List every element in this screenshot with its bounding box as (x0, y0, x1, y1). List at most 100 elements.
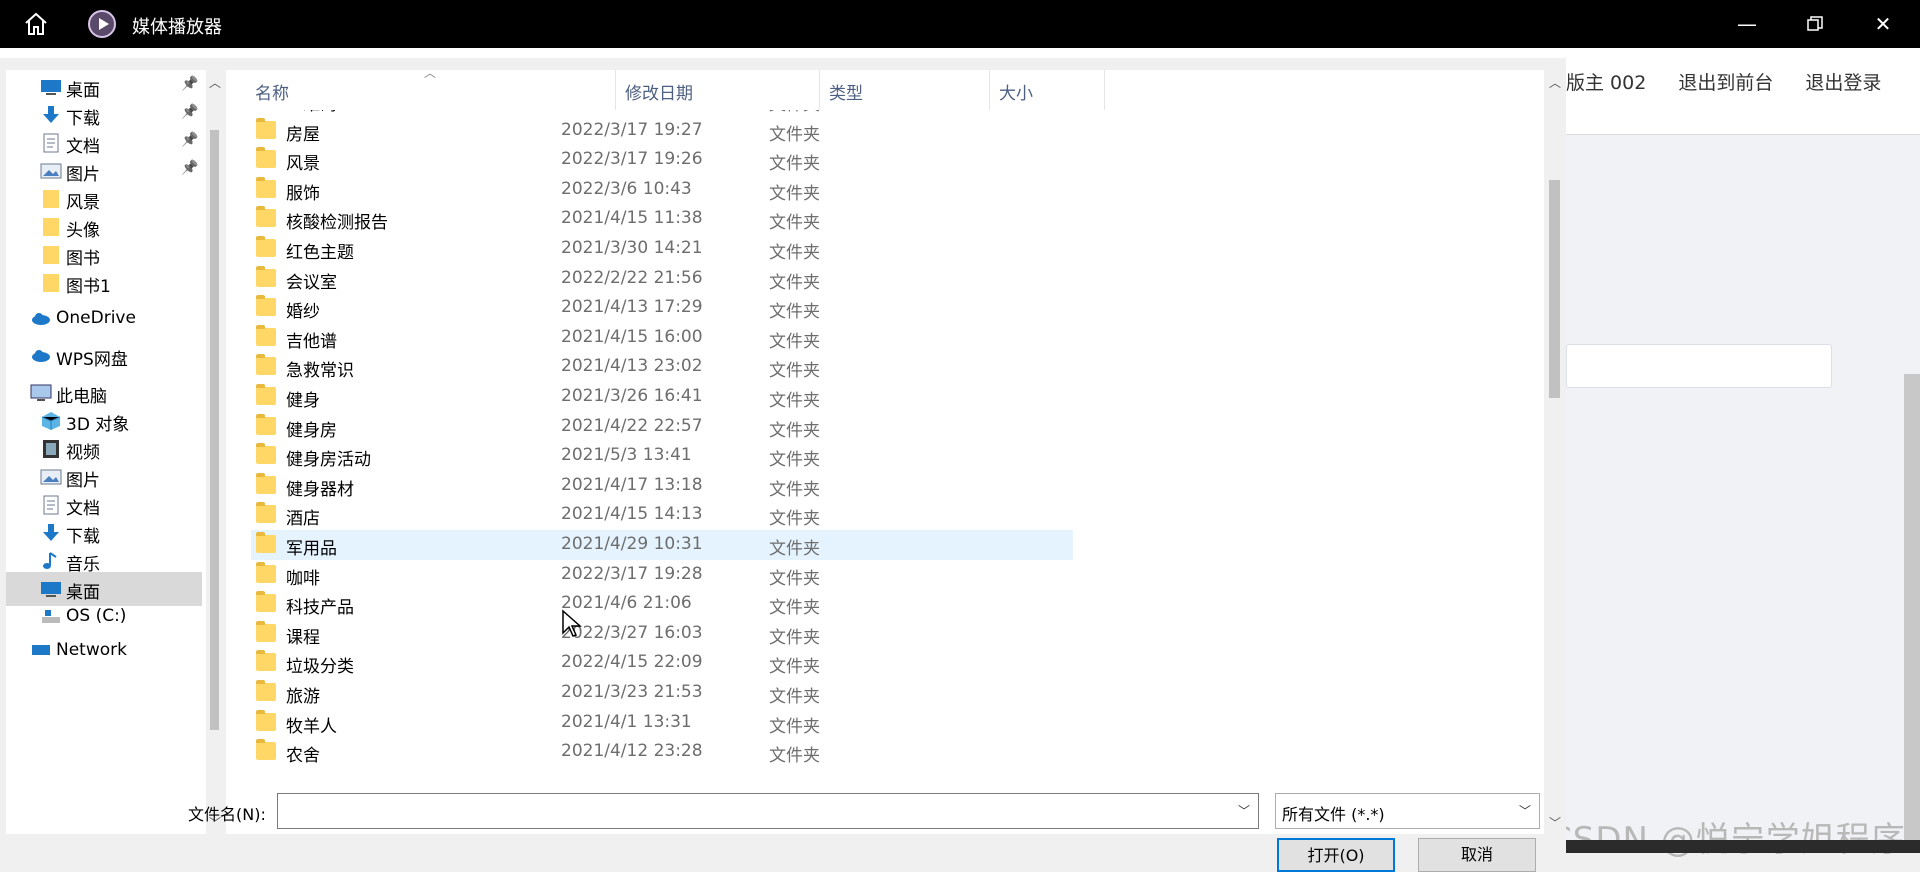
file-date: 2022/3/17 19:27 (561, 119, 703, 140)
nav-list: 桌面 📌 下载 📌 文档 📌 图片 📌 风景 头像 图书 图书1 OneDrive WPS网盘 此电脑 3D … (6, 70, 202, 834)
nav-item-9[interactable]: WPS网盘 (6, 339, 202, 373)
file-row[interactable]: 垃圾分类 2022/4/15 22:09 文件夹 (251, 648, 1073, 678)
file-name: 风景 (286, 154, 320, 175)
file-type: 文件夹 (769, 687, 820, 707)
chevron-down-icon[interactable]: ﹀ (1238, 802, 1250, 819)
file-date: 2021/4/1 13:31 (561, 711, 692, 732)
file-row[interactable]: 军用品 2021/4/29 10:31 文件夹 (251, 530, 1073, 560)
close-icon[interactable]: ✕ (1869, 10, 1897, 38)
pin-icon: 📌 (181, 76, 199, 92)
background-input[interactable] (1566, 344, 1832, 388)
file-row[interactable]: 红色主题 2021/3/30 14:21 文件夹 (251, 234, 1073, 264)
chevron-down-icon[interactable]: ﹀ (1519, 802, 1531, 819)
network-icon (30, 641, 50, 661)
computer-icon (30, 383, 52, 403)
file-row[interactable]: 课程 2022/3/27 16:03 文件夹 (251, 619, 1073, 649)
file-name: 婚纱 (286, 302, 320, 323)
column-divider[interactable] (1104, 70, 1105, 110)
drive-icon (40, 607, 60, 627)
scroll-thumb[interactable] (210, 130, 219, 730)
file-row[interactable]: 急救常识 2021/4/13 23:02 文件夹 (251, 352, 1073, 382)
file-row[interactable]: 牧羊人 2021/4/1 13:31 文件夹 (251, 708, 1073, 738)
column-header-name[interactable]: 名称 ︿ (226, 66, 616, 110)
file-name: 服饰 (286, 183, 320, 204)
file-row[interactable]: 会议室 2022/2/22 21:56 文件夹 (251, 264, 1073, 294)
column-header-type[interactable]: 类型 (820, 70, 990, 110)
nav-item-label: Network (56, 640, 127, 660)
file-date: 2022/4/15 22:09 (561, 652, 703, 673)
scroll-down-icon[interactable]: ﹀ (1549, 814, 1561, 831)
nav-scrollbar[interactable]: ︿ ﹀ (206, 70, 223, 834)
file-name: 核酸检测报告 (286, 213, 388, 234)
file-row[interactable]: 健身房 2021/4/22 22:57 文件夹 (251, 412, 1073, 442)
file-name: 急救常识 (286, 361, 354, 382)
folder-icon (256, 739, 276, 761)
file-row[interactable]: 农舍 2021/4/12 23:28 文件夹 (251, 737, 1073, 767)
title-bar: 媒体播放器 — ✕ (0, 0, 1920, 48)
nav-item-18[interactable]: OS (C:) (6, 600, 202, 634)
column-header-date[interactable]: 修改日期 (616, 70, 820, 110)
file-type: 文件夹 (769, 110, 820, 115)
folder-icon (256, 265, 276, 287)
file-row[interactable]: 健身 2021/3/26 16:41 文件夹 (251, 382, 1073, 412)
nav-item-19[interactable]: Network (6, 634, 202, 668)
file-row[interactable]: 健身器材 2021/4/17 13:18 文件夹 (251, 471, 1073, 501)
file-type: 文件夹 (769, 272, 820, 293)
file-type: 文件夹 (769, 213, 820, 234)
cancel-button[interactable]: 取消 (1418, 838, 1536, 872)
file-row[interactable]: 房屋 2022/3/17 19:27 文件夹 (251, 116, 1073, 146)
nav-item-label: OneDrive (56, 308, 136, 328)
file-row[interactable]: 吉他谱 2021/4/15 16:00 文件夹 (251, 323, 1073, 353)
file-row[interactable]: 婚纱 2021/4/13 17:29 文件夹 (251, 293, 1073, 323)
file-row[interactable]: 风景 2022/3/17 19:26 文件夹 (251, 145, 1073, 175)
file-type: 文件夹 (769, 243, 820, 263)
file-date: 2021/4/17 13:18 (561, 474, 703, 495)
home-icon[interactable] (22, 10, 50, 38)
maximize-icon[interactable] (1801, 10, 1829, 38)
content-area (1566, 135, 1920, 853)
column-header-size[interactable]: 大小 (990, 70, 1105, 110)
logout-link[interactable]: 退出登录 (1805, 72, 1881, 94)
scroll-up-icon[interactable]: ︿ (209, 74, 221, 91)
user-label[interactable]: 版主 002 (1566, 72, 1646, 94)
media-player-icon (88, 10, 116, 38)
desktop-icon (40, 579, 61, 599)
minimize-icon[interactable]: — (1733, 10, 1761, 38)
scroll-thumb[interactable] (1549, 180, 1560, 398)
download-icon (40, 523, 60, 543)
filename-input[interactable]: ﹀ (277, 793, 1259, 829)
file-name: 健身房 (286, 420, 337, 441)
file-date: 2021/4/15 16:00 (561, 326, 703, 347)
file-row[interactable]: 科技产品 2021/4/6 21:06 文件夹 (251, 589, 1073, 619)
folder-icon (40, 217, 60, 237)
file-name: 咖啡 (286, 568, 320, 589)
document-icon (40, 133, 60, 153)
file-date: 2022/3/17 19:26 (561, 149, 703, 170)
filetype-select[interactable]: 所有文件 (*.*) ﹀ (1275, 793, 1540, 829)
file-row[interactable]: 酒店 2021/4/15 14:13 文件夹 (251, 500, 1073, 530)
page-scrollbar[interactable] (1904, 374, 1920, 853)
nav-item-8[interactable]: OneDrive (6, 302, 202, 336)
file-row[interactable]: 核酸检测报告 2021/4/15 11:38 文件夹 (251, 204, 1073, 234)
back-to-front-link[interactable]: 退出到前台 (1678, 72, 1773, 94)
desktop-icon (40, 77, 61, 97)
nav-item-7[interactable]: 图书1 (6, 266, 202, 300)
scroll-up-icon[interactable]: ︿ (1549, 74, 1561, 91)
file-type: 文件夹 (769, 657, 820, 678)
folder-icon (256, 413, 276, 435)
file-type: 文件夹 (769, 331, 820, 352)
file-row[interactable]: 旅游 2021/3/23 21:53 文件夹 (251, 678, 1073, 708)
file-row[interactable]: 健身房活动 2021/5/3 13:41 文件夹 (251, 441, 1073, 471)
folder-icon (256, 295, 276, 317)
cloud-icon (30, 346, 50, 366)
file-scrollbar[interactable]: ︿ ﹀ (1544, 70, 1565, 834)
file-name: 垃圾分类 (286, 657, 354, 678)
folder-icon (256, 384, 276, 405)
file-row[interactable]: 咖啡 2022/3/17 19:28 文件夹 (251, 560, 1073, 590)
file-name: 吉他谱 (286, 331, 337, 352)
file-row[interactable]: 服饰 2022/3/6 10:43 文件夹 (251, 175, 1073, 205)
open-button[interactable]: 打开(O) (1277, 838, 1395, 872)
cube-icon (40, 411, 61, 431)
file-type: 文件夹 (769, 539, 820, 559)
open-file-dialog: 桌面 📌 下载 📌 文档 📌 图片 📌 风景 头像 图书 图书1 OneDrive WPS网盘 此电脑 3D … (0, 58, 1566, 872)
